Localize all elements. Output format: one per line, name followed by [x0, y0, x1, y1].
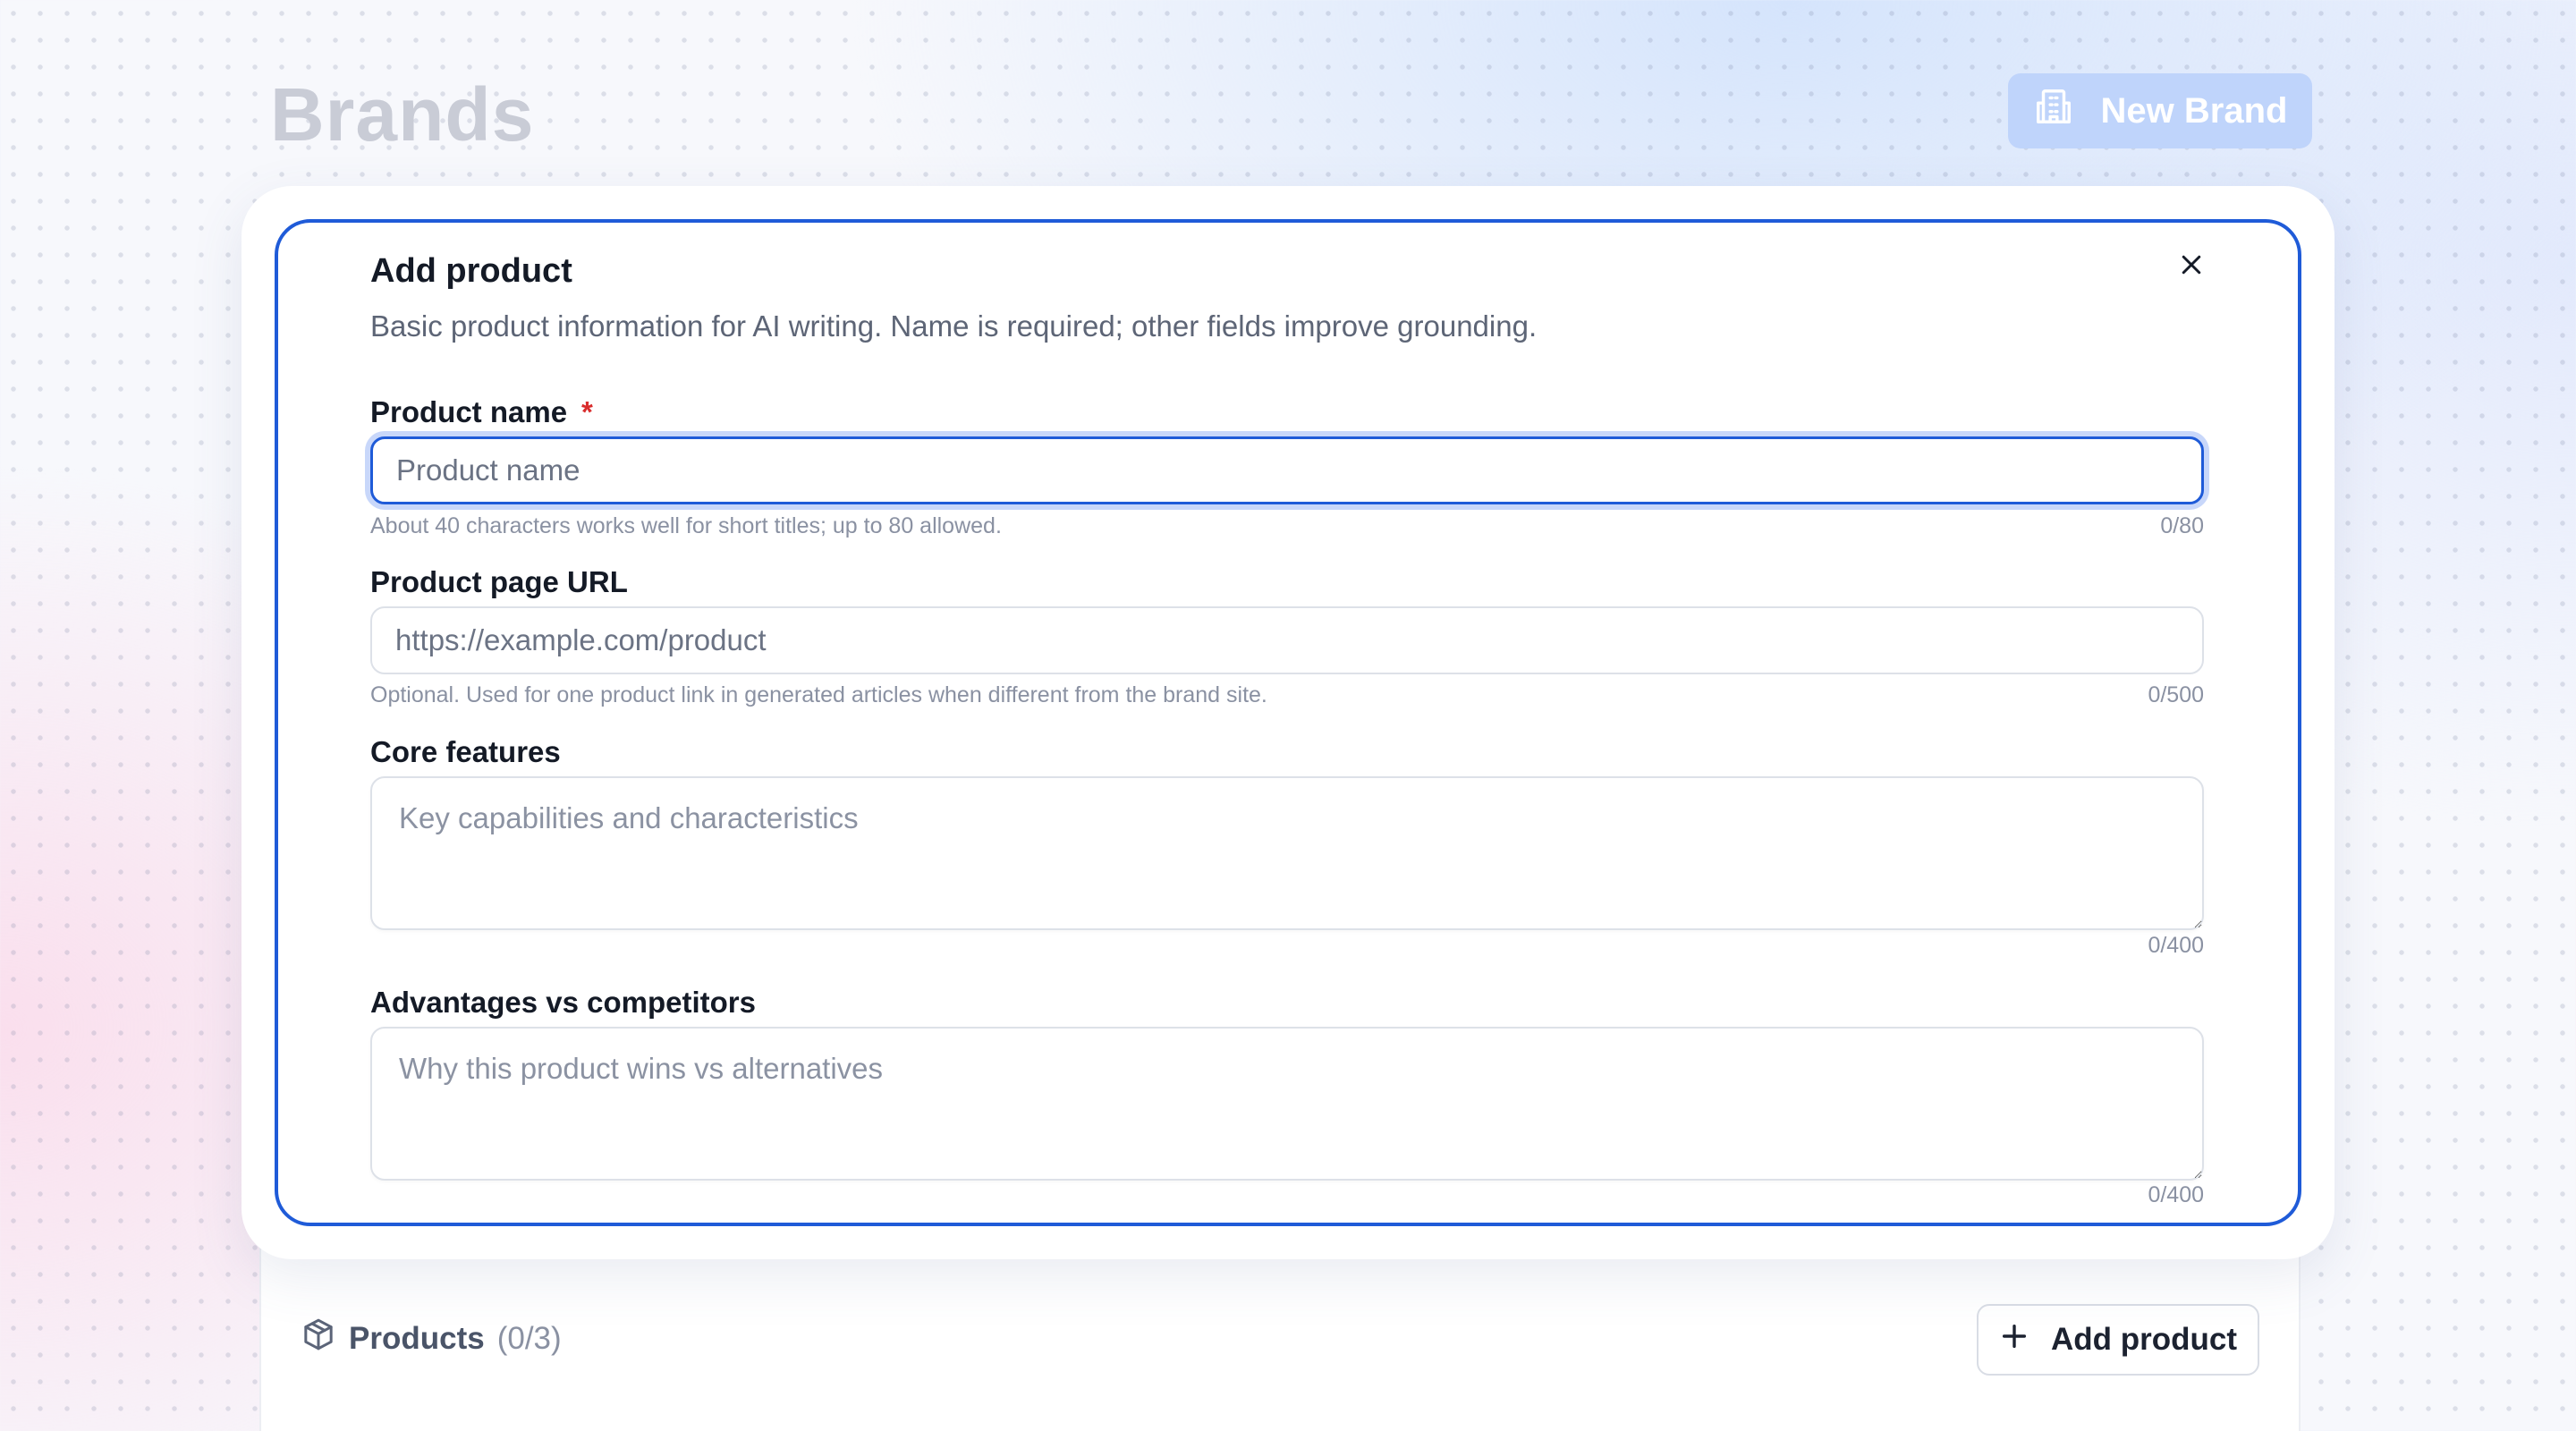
advantages-textarea[interactable]: [370, 1027, 2204, 1181]
add-product-button[interactable]: Add product: [1977, 1304, 2259, 1376]
dialog-description: Basic product information for AI writing…: [370, 309, 1538, 343]
products-title: Products: [349, 1320, 485, 1356]
new-brand-button[interactable]: New Brand: [2008, 73, 2312, 148]
dialog-title: Add product: [370, 252, 572, 290]
products-header: Products (0/3): [301, 1317, 562, 1360]
product-name-counter: 0/80: [2160, 513, 2204, 538]
plus-icon: [1999, 1321, 2029, 1359]
product-name-input[interactable]: [370, 436, 2204, 504]
core-features-textarea[interactable]: [370, 776, 2204, 930]
product-name-hint: About 40 characters works well for short…: [370, 513, 1002, 538]
product-name-label-row: Product name *: [370, 395, 593, 429]
required-asterisk: *: [581, 395, 593, 428]
close-icon: [2178, 251, 2205, 283]
close-button[interactable]: [2172, 247, 2211, 286]
page-title: Brands: [270, 72, 535, 157]
advantages-counter: 0/400: [2148, 1182, 2204, 1207]
product-url-label: Product page URL: [370, 565, 628, 598]
advantages-label: Advantages vs competitors: [370, 986, 756, 1019]
building-icon: [2033, 86, 2074, 136]
product-url-hint: Optional. Used for one product link in g…: [370, 682, 1267, 707]
add-product-label: Add product: [2050, 1322, 2238, 1357]
core-features-counter: 0/400: [2148, 933, 2204, 958]
product-url-input[interactable]: [370, 606, 2204, 674]
box-icon: [301, 1317, 336, 1360]
core-features-label: Core features: [370, 735, 561, 768]
new-brand-label: New Brand: [2100, 90, 2288, 131]
product-name-label: Product name: [370, 395, 568, 428]
product-url-counter: 0/500: [2148, 682, 2204, 707]
products-count: (0/3): [496, 1320, 562, 1356]
